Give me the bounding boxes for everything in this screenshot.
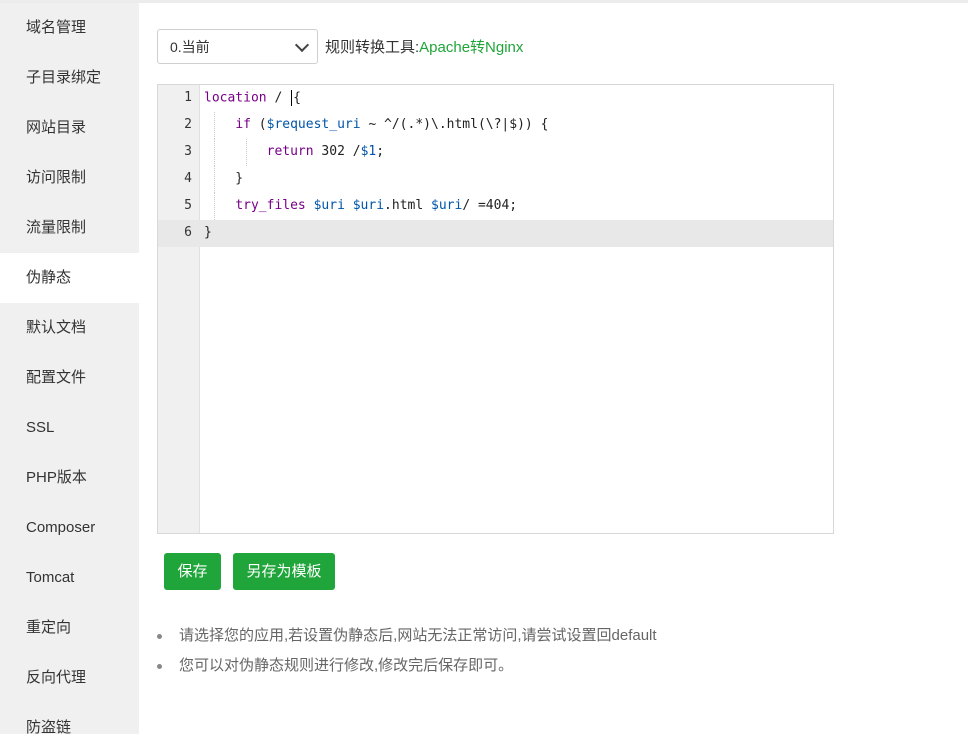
apache-to-nginx-link[interactable]: Apache转Nginx bbox=[419, 36, 523, 57]
sidebar-item-composer[interactable]: Composer bbox=[0, 503, 139, 553]
code-text: return 302 /$1; bbox=[266, 144, 385, 159]
sidebar-item-redirect[interactable]: 重定向 bbox=[0, 603, 139, 653]
sidebar-item-hotlink-protection[interactable]: 防盗链 bbox=[0, 703, 139, 734]
line-number: 6 bbox=[184, 225, 192, 240]
code-line-6: 6 } bbox=[158, 220, 833, 247]
code-text: try_files $uri $uri.html $uri/ =404; bbox=[235, 198, 518, 213]
code-line-3: 3 return 302 /$1; bbox=[158, 139, 833, 166]
help-note: 您可以对伪静态规则进行修改,修改完后保存即可。 bbox=[157, 653, 657, 683]
rewrite-template-select[interactable]: 0.当前 bbox=[157, 29, 318, 64]
main-panel: 0.当前 规则转换工具: Apache转Nginx 1 location / {… bbox=[139, 3, 968, 734]
sidebar-item-access-restriction[interactable]: 访问限制 bbox=[0, 153, 139, 203]
line-number: 5 bbox=[184, 198, 192, 213]
code-editor[interactable]: 1 location / { 2 if ($request_uri ~ ^/(.… bbox=[157, 84, 834, 534]
sidebar-item-site-directory[interactable]: 网站目录 bbox=[0, 103, 139, 153]
code-text: } bbox=[204, 225, 212, 240]
save-as-template-button[interactable]: 另存为模板 bbox=[233, 553, 335, 590]
sidebar-item-ssl[interactable]: SSL bbox=[0, 403, 139, 453]
code-text: if ($request_uri ~ ^/(.*)\.html(\?|$)) { bbox=[235, 117, 549, 132]
code-line-4: 4 } bbox=[158, 166, 833, 193]
rule-convert-label: 规则转换工具: bbox=[325, 39, 420, 56]
sidebar-item-default-document[interactable]: 默认文档 bbox=[0, 303, 139, 353]
sidebar-item-traffic-limit[interactable]: 流量限制 bbox=[0, 203, 139, 253]
save-button[interactable]: 保存 bbox=[164, 553, 221, 590]
rewrite-toolbar: 0.当前 规则转换工具: Apache转Nginx bbox=[157, 28, 523, 65]
code-text: } bbox=[204, 171, 244, 186]
sidebar-item-reverse-proxy[interactable]: 反向代理 bbox=[0, 653, 139, 703]
code-text: location / { bbox=[204, 90, 301, 106]
code-line-5: 5 try_files $uri $uri.html $uri/ =404; bbox=[158, 193, 833, 220]
sidebar-item-domain[interactable]: 域名管理 bbox=[0, 3, 139, 53]
line-number: 3 bbox=[184, 144, 192, 159]
line-number: 2 bbox=[184, 117, 192, 132]
help-note: 请选择您的应用,若设置伪静态后,网站无法正常访问,请尝试设置回default bbox=[157, 623, 657, 653]
help-notes: 请选择您的应用,若设置伪静态后,网站无法正常访问,请尝试设置回default 您… bbox=[157, 623, 657, 683]
sidebar-item-tomcat[interactable]: Tomcat bbox=[0, 553, 139, 603]
select-value: 0.当前 bbox=[170, 38, 210, 55]
sidebar-item-config-file[interactable]: 配置文件 bbox=[0, 353, 139, 403]
sidebar: 域名管理 子目录绑定 网站目录 访问限制 流量限制 伪静态 默认文档 配置文件 … bbox=[0, 3, 139, 734]
line-number: 1 bbox=[184, 90, 192, 105]
sidebar-item-php-version[interactable]: PHP版本 bbox=[0, 453, 139, 503]
sidebar-item-rewrite[interactable]: 伪静态 bbox=[0, 253, 139, 303]
line-number: 4 bbox=[184, 171, 192, 186]
code-line-2: 2 if ($request_uri ~ ^/(.*)\.html(\?|$))… bbox=[158, 112, 833, 139]
sidebar-item-subdir-binding[interactable]: 子目录绑定 bbox=[0, 53, 139, 103]
code-line-1: 1 location / { bbox=[158, 85, 833, 112]
chevron-down-icon bbox=[294, 37, 310, 52]
